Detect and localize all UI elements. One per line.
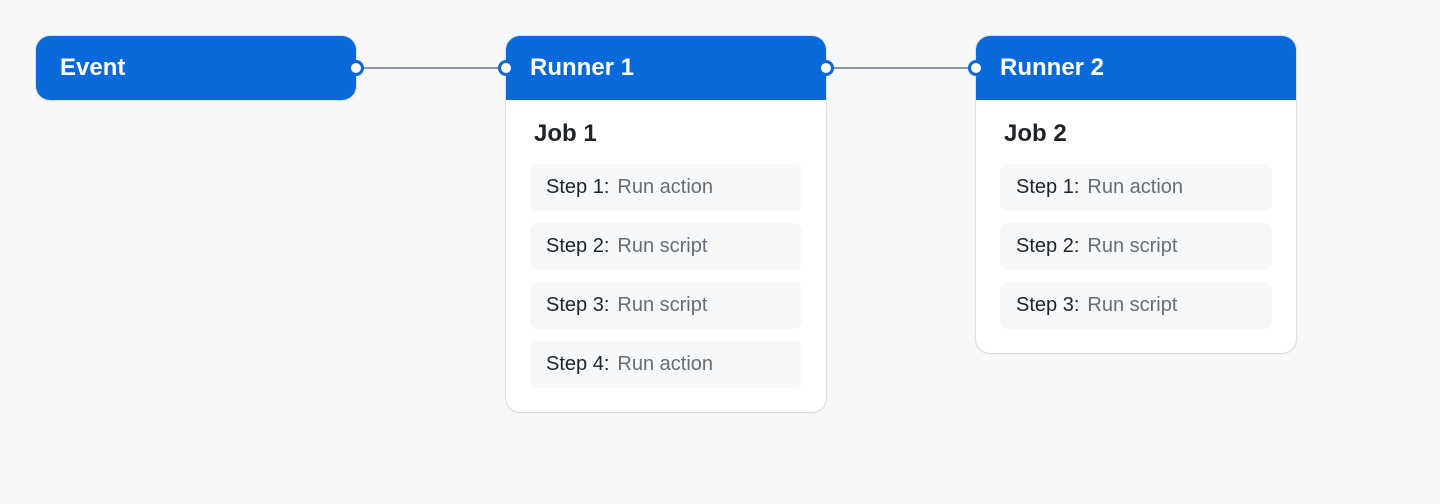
runner1-header: Runner 1 xyxy=(506,36,826,100)
connector-runner1-runner2 xyxy=(826,67,976,69)
runner1-job-title: Job 1 xyxy=(530,120,802,148)
runner2-body: Job 2 Step 1: Run action Step 2: Run scr… xyxy=(976,100,1296,353)
step-label: Step 4: xyxy=(546,353,609,376)
list-item: Step 2: Run script xyxy=(1000,223,1272,270)
step-label: Step 3: xyxy=(546,294,609,317)
step-desc: Run script xyxy=(1087,294,1177,317)
port-runner1-in xyxy=(498,60,514,76)
step-desc: Run action xyxy=(617,176,713,199)
list-item: Step 2: Run script xyxy=(530,223,802,270)
runner1-title: Runner 1 xyxy=(530,54,634,81)
step-desc: Run action xyxy=(617,353,713,376)
runner2-node: Runner 2 Job 2 Step 1: Run action Step 2… xyxy=(976,36,1296,353)
port-runner2-in xyxy=(968,60,984,76)
step-label: Step 2: xyxy=(546,235,609,258)
step-label: Step 3: xyxy=(1016,294,1079,317)
step-desc: Run script xyxy=(617,235,707,258)
runner2-title: Runner 2 xyxy=(1000,54,1104,81)
runner2-job-title: Job 2 xyxy=(1000,120,1272,148)
runner2-header: Runner 2 xyxy=(976,36,1296,100)
workflow-diagram: Event Runner 1 Job 1 Step 1: Run action … xyxy=(0,0,1440,504)
list-item: Step 4: Run action xyxy=(530,341,802,388)
step-desc: Run script xyxy=(1087,235,1177,258)
port-runner1-out xyxy=(818,60,834,76)
list-item: Step 1: Run action xyxy=(1000,164,1272,211)
event-title: Event xyxy=(60,54,125,81)
step-desc: Run script xyxy=(617,294,707,317)
list-item: Step 3: Run script xyxy=(1000,282,1272,329)
step-desc: Run action xyxy=(1087,176,1183,199)
port-event-out xyxy=(348,60,364,76)
list-item: Step 3: Run script xyxy=(530,282,802,329)
step-label: Step 1: xyxy=(1016,176,1079,199)
event-node: Event xyxy=(36,36,356,100)
event-header: Event xyxy=(36,36,356,100)
step-label: Step 2: xyxy=(1016,235,1079,258)
connector-event-runner1 xyxy=(356,67,506,69)
list-item: Step 1: Run action xyxy=(530,164,802,211)
step-label: Step 1: xyxy=(546,176,609,199)
runner1-node: Runner 1 Job 1 Step 1: Run action Step 2… xyxy=(506,36,826,412)
runner1-body: Job 1 Step 1: Run action Step 2: Run scr… xyxy=(506,100,826,412)
